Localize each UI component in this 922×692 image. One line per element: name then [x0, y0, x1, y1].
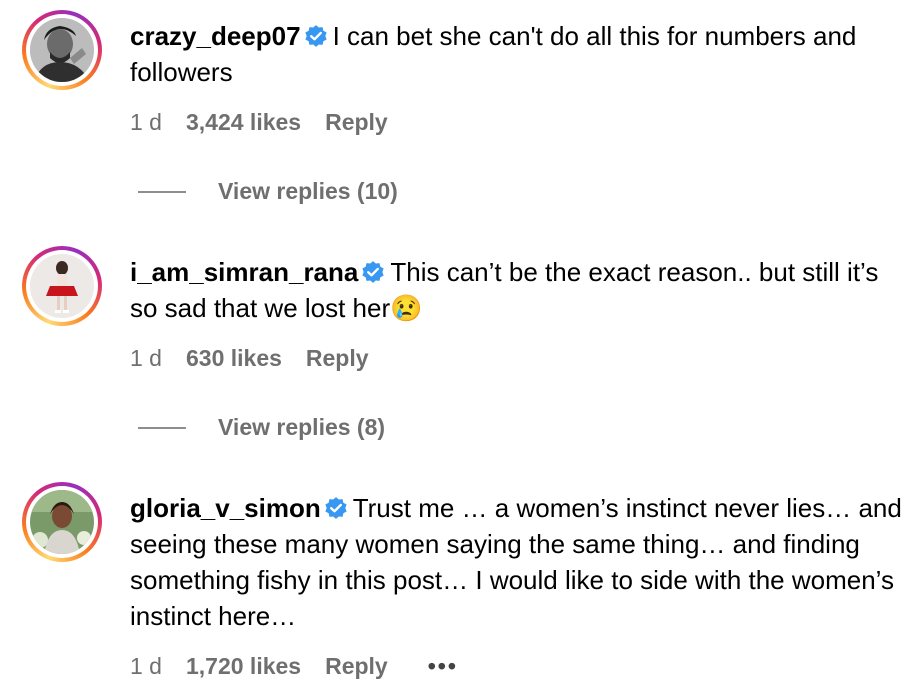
avatar-photo	[30, 490, 94, 554]
view-replies-label: View replies (10)	[218, 178, 398, 204]
comment-meta: 1 d 1,720 likes Reply •••	[130, 651, 458, 681]
avatar-photo	[30, 254, 94, 318]
username-link[interactable]: i_am_simran_rana	[130, 257, 358, 287]
timestamp: 1 d	[130, 653, 162, 679]
more-options-icon[interactable]: •••	[428, 651, 458, 681]
comment-meta: 1 d 3,424 likes Reply	[130, 107, 388, 137]
reply-button[interactable]: Reply	[325, 651, 388, 681]
likes-count[interactable]: 3,424 likes	[186, 107, 301, 137]
timestamp: 1 d	[130, 345, 162, 371]
verified-badge-icon	[362, 261, 384, 283]
divider-line	[138, 427, 186, 429]
timestamp: 1 d	[130, 109, 162, 135]
comment-text-block: gloria_v_simon Trust me … a women’s insti…	[130, 490, 910, 634]
divider-line	[138, 191, 186, 193]
reply-button[interactable]: Reply	[325, 107, 388, 137]
view-replies-label: View replies (8)	[218, 414, 386, 440]
avatar-photo	[30, 18, 94, 82]
reply-button[interactable]: Reply	[306, 343, 369, 373]
username-link[interactable]: gloria_v_simon	[130, 493, 321, 523]
avatar[interactable]	[22, 10, 102, 90]
likes-count[interactable]: 630 likes	[186, 343, 282, 373]
comment-text-block: crazy_deep07 I can bet she can't do all t…	[130, 18, 910, 90]
verified-badge-icon	[304, 25, 327, 47]
comment-meta: 1 d 630 likes Reply	[130, 343, 369, 373]
likes-count[interactable]: 1,720 likes	[186, 651, 301, 681]
avatar[interactable]	[22, 482, 102, 562]
verified-badge-icon	[325, 497, 347, 519]
avatar[interactable]	[22, 246, 102, 326]
username-link[interactable]: crazy_deep07	[130, 21, 301, 51]
comment-text-block: i_am_simran_rana This can’t be the exact …	[130, 254, 910, 326]
